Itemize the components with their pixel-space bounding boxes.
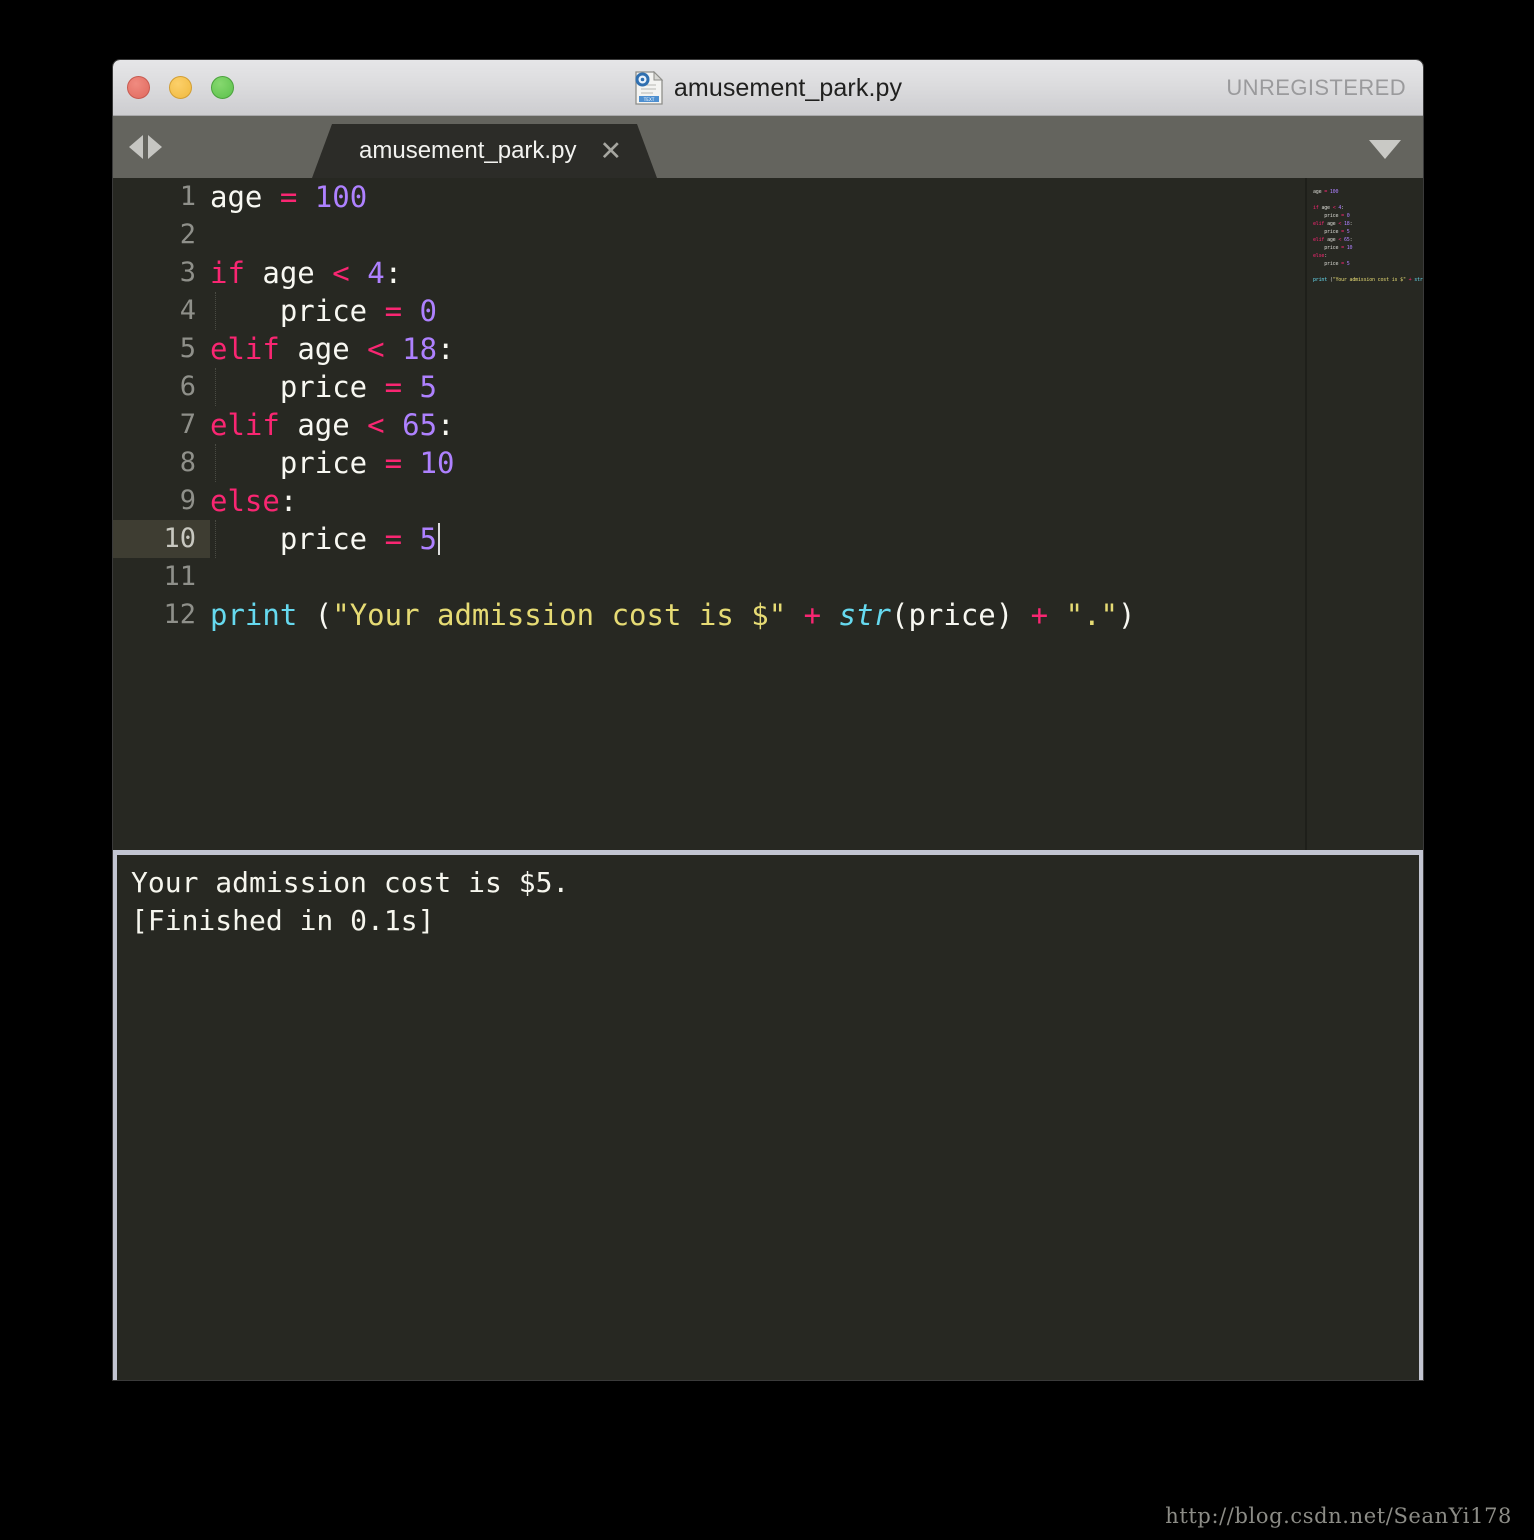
code-line[interactable]: 3 if age < 4: xyxy=(113,254,1306,292)
build-output-panel: Your admission cost is $5. [Finished in … xyxy=(113,850,1423,1380)
minimap-line: price = 5 xyxy=(1313,261,1350,267)
minimap-line xyxy=(1313,268,1415,276)
code-line[interactable]: 10 price = 5 xyxy=(113,520,1306,558)
line-number: 8 xyxy=(179,447,196,478)
code-lines[interactable]: 1 age = 100 2 3 if age < 4: 4 price = 0 5 elif … xyxy=(113,178,1306,850)
code-text: price = 5 xyxy=(210,520,441,558)
watermark: http://blog.csdn.net/SeanYi178 xyxy=(1165,1504,1512,1528)
minimap-line: price = 10 xyxy=(1313,245,1353,251)
tab-amusement-park-py[interactable]: amusement_park.py ✕ xyxy=(312,124,657,178)
svg-text:TEXT: TEXT xyxy=(643,97,654,103)
code-line[interactable]: 11 xyxy=(113,558,1306,596)
code-text: age = 100 xyxy=(210,180,368,214)
code-text: else: xyxy=(210,484,298,518)
sublime-text-window: TEXT amusement_park.py UNREGISTERED amus… xyxy=(113,60,1423,1380)
close-icon[interactable]: ✕ xyxy=(599,137,622,165)
line-number: 10 xyxy=(113,520,210,558)
unregistered-badge: UNREGISTERED xyxy=(1226,75,1406,100)
minimap[interactable]: age = 100 if age < 4: price = 0 elif age <… xyxy=(1307,178,1423,850)
tab-nav-arrows xyxy=(129,135,162,159)
python-file-icon: TEXT xyxy=(634,70,664,105)
line-number: 6 xyxy=(179,371,196,402)
indent-guide xyxy=(215,444,216,482)
indent-guide xyxy=(215,520,216,558)
line-number: 7 xyxy=(179,409,196,440)
text-caret xyxy=(438,523,441,555)
line-number: 1 xyxy=(179,181,196,212)
code-text: price = 10 xyxy=(210,446,455,480)
indent-guide xyxy=(215,292,216,330)
code-line[interactable]: 5 elif age < 18: xyxy=(113,330,1306,368)
window-title: amusement_park.py xyxy=(673,73,903,102)
code-line[interactable]: 2 xyxy=(113,216,1306,254)
build-output-text[interactable]: Your admission cost is $5. [Finished in … xyxy=(117,855,1419,1380)
minimap-line: elif age < 18: xyxy=(1313,221,1353,227)
code-text: elif age < 18: xyxy=(210,332,455,366)
line-number: 9 xyxy=(179,485,196,516)
code-line[interactable]: 12 print ("Your admission cost is $" + st… xyxy=(113,596,1306,634)
minimap-line: if age < 4: xyxy=(1313,205,1344,211)
line-number: 4 xyxy=(179,295,196,326)
code-line[interactable]: 8 price = 10 xyxy=(113,444,1306,482)
minimap-line: price = 5 xyxy=(1313,229,1350,235)
line-number: 3 xyxy=(179,257,196,288)
code-editor[interactable]: 1 age = 100 2 3 if age < 4: 4 price = 0 5 elif … xyxy=(113,178,1423,850)
line-number: 12 xyxy=(163,599,196,630)
chevron-right-icon[interactable] xyxy=(148,135,162,159)
chevron-down-icon[interactable] xyxy=(1369,140,1401,159)
code-line[interactable]: 7 elif age < 65: xyxy=(113,406,1306,444)
code-text: print ("Your admission cost is $" + str(… xyxy=(210,598,1136,632)
minimap-line: print ("Your admission cost is $" + str(… xyxy=(1313,277,1423,283)
line-number: 11 xyxy=(163,561,196,592)
minimap-line: else: xyxy=(1313,253,1328,259)
minimap-line: price = 0 xyxy=(1313,213,1350,219)
window-titlebar: TEXT amusement_park.py UNREGISTERED xyxy=(113,60,1423,116)
line-number: 2 xyxy=(179,219,196,250)
minimap-line xyxy=(1313,196,1415,204)
line-number: 5 xyxy=(179,333,196,364)
tab-bar: amusement_park.py ✕ xyxy=(113,116,1423,178)
tab-label: amusement_park.py xyxy=(359,137,577,164)
code-line[interactable]: 6 price = 5 xyxy=(113,368,1306,406)
code-text: elif age < 65: xyxy=(210,408,455,442)
code-line[interactable]: 9 else: xyxy=(113,482,1306,520)
indent-guide xyxy=(215,368,216,406)
minimap-line: age = 100 xyxy=(1313,189,1339,195)
code-line[interactable]: 1 age = 100 xyxy=(113,178,1306,216)
code-text: price = 5 xyxy=(210,370,438,404)
code-line[interactable]: 4 price = 0 xyxy=(113,292,1306,330)
minimap-line: elif age < 65: xyxy=(1313,237,1353,243)
code-text: if age < 4: xyxy=(210,256,403,290)
chevron-left-icon[interactable] xyxy=(129,135,143,159)
code-text: price = 0 xyxy=(210,294,438,328)
